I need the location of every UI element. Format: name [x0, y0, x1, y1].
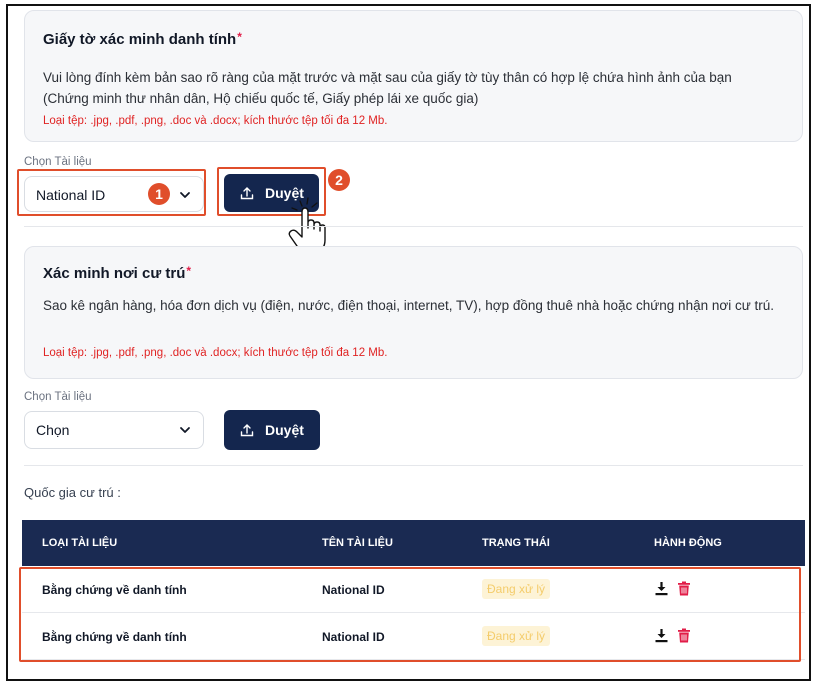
identity-select-label: Chọn Tài liệu: [24, 156, 92, 168]
header-status: TRẠNG THÁI: [482, 537, 550, 549]
identity-file-note: Loại tệp: .jpg, .pdf, .png, .doc và .doc…: [43, 115, 388, 127]
residence-browse-button[interactable]: Duyệt: [224, 410, 320, 450]
residence-select-label: Chọn Tài liệu: [24, 391, 92, 403]
residence-select-value: Chọn: [36, 422, 70, 438]
country-of-residence-label: Quốc gia cư trú :: [24, 485, 121, 500]
section-divider: [24, 226, 803, 227]
residence-title: Xác minh nơi cư trú*: [43, 264, 192, 282]
identity-title: Giấy tờ xác minh danh tính*: [43, 30, 242, 48]
table-header: LOẠI TÀI LIỆU TÊN TÀI LIỆU TRẠNG THÁI HÀ…: [22, 520, 805, 566]
residence-title-text: Xác minh nơi cư trú: [43, 265, 186, 282]
header-doc-name: TÊN TÀI LIỆU: [322, 537, 393, 549]
upload-icon: [240, 424, 254, 437]
highlight-box-rows: [19, 567, 801, 662]
residence-description: Sao kê ngân hàng, hóa đơn dịch vụ (điện,…: [43, 298, 774, 313]
identity-card: Giấy tờ xác minh danh tính* Vui lòng đín…: [24, 10, 803, 142]
page-frame: Giấy tờ xác minh danh tính* Vui lòng đín…: [6, 4, 811, 681]
hand-cursor-icon: [288, 197, 326, 253]
residence-file-note: Loại tệp: .jpg, .pdf, .png, .doc và .doc…: [43, 347, 388, 359]
residence-card: Xác minh nơi cư trú* Sao kê ngân hàng, h…: [24, 246, 803, 379]
step-marker-1: 1: [148, 183, 170, 205]
highlight-box-select: [17, 169, 206, 216]
header-doc-type: LOẠI TÀI LIỆU: [42, 537, 118, 549]
identity-description: Vui lòng đính kèm bản sao rõ ràng của mặ…: [43, 70, 732, 106]
identity-title-text: Giấy tờ xác minh danh tính: [43, 31, 237, 48]
browse-label: Duyệt: [265, 422, 304, 438]
required-mark: *: [237, 30, 242, 44]
residence-doc-select[interactable]: Chọn: [24, 411, 204, 449]
required-mark: *: [186, 264, 192, 278]
header-actions: HÀNH ĐỘNG: [654, 537, 722, 549]
section-divider: [24, 465, 803, 466]
chevron-down-icon: [180, 427, 190, 433]
step-marker-2: 2: [328, 169, 350, 191]
